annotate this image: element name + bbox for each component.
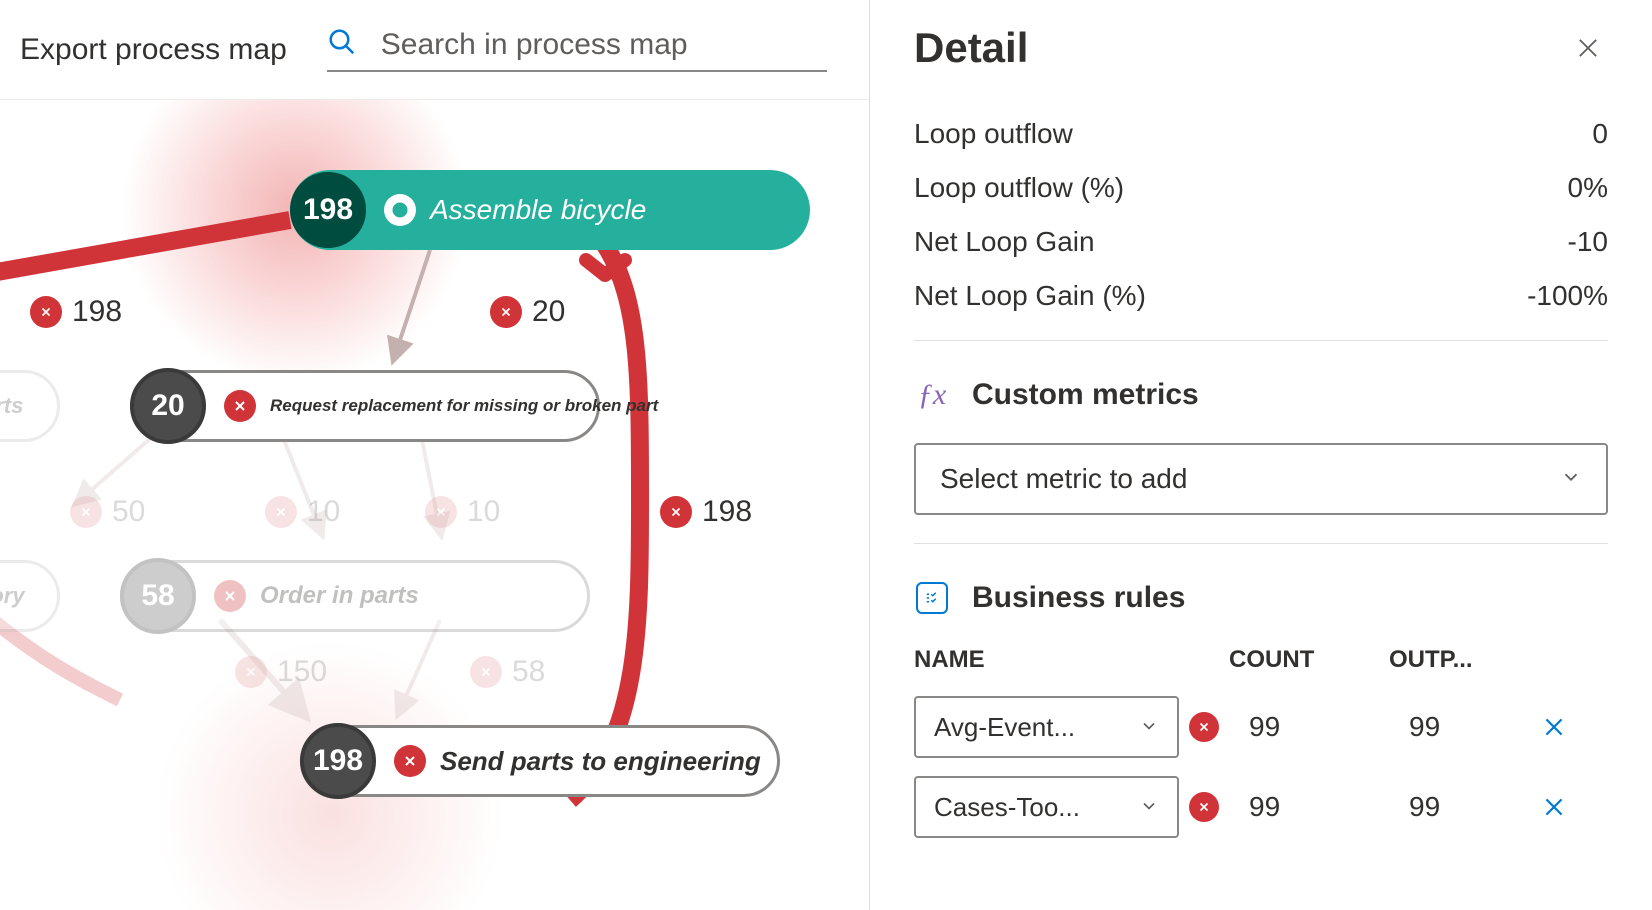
col-output: OUTP...	[1389, 646, 1524, 674]
close-badge-icon	[384, 194, 416, 226]
error-badge-icon	[224, 390, 256, 422]
custom-metric-select[interactable]: Select metric to add	[914, 443, 1608, 515]
metric-row: Net Loop Gain -10	[914, 226, 1608, 258]
edge-count: 198	[702, 495, 752, 529]
search-field[interactable]	[327, 27, 827, 72]
error-badge-icon	[214, 580, 246, 612]
activity-send-parts[interactable]: 198 Send parts to engineering	[300, 725, 780, 797]
edge-count: 150	[277, 655, 327, 689]
activity-label: Order in parts	[260, 582, 419, 610]
activity-request-replacement[interactable]: 20 Request replacement for missing or br…	[130, 370, 600, 442]
error-badge-icon	[490, 296, 522, 328]
edge-label: 58	[470, 655, 545, 689]
edge-label: 10	[425, 495, 500, 529]
activity-label: tory	[0, 583, 25, 609]
detail-panel: Detail Loop outflow 0 Loop outflow (%) 0…	[870, 0, 1652, 910]
export-process-map-link[interactable]: Export process map	[20, 33, 287, 67]
error-badge-icon	[265, 496, 297, 528]
metric-value: -100%	[1527, 280, 1608, 312]
activity-count-badge: 198	[300, 723, 376, 799]
search-icon	[327, 27, 357, 62]
rule-name: Cases-Too...	[934, 792, 1080, 823]
activity-assemble-bicycle[interactable]: 198 Assemble bicycle	[290, 170, 810, 250]
chevron-down-icon	[1560, 463, 1582, 495]
metric-value: -10	[1568, 226, 1608, 258]
rules-icon	[914, 580, 950, 616]
error-badge-icon	[30, 296, 62, 328]
divider	[914, 543, 1608, 544]
metric-row: Loop outflow (%) 0%	[914, 172, 1608, 204]
activity-label: Assemble bicycle	[430, 194, 646, 226]
col-count: COUNT	[1229, 646, 1389, 674]
business-rule-row: Avg-Event... 99 99	[914, 696, 1608, 758]
edge-count: 10	[307, 495, 340, 529]
rule-name-dropdown[interactable]: Avg-Event...	[914, 696, 1179, 758]
remove-rule-button[interactable]	[1524, 794, 1584, 820]
close-panel-button[interactable]	[1568, 28, 1608, 68]
chevron-down-icon	[1139, 712, 1159, 743]
activity-count-badge: 198	[290, 172, 366, 248]
metric-row: Net Loop Gain (%) -100%	[914, 280, 1608, 312]
edge-label: 10	[265, 495, 340, 529]
activity-count-badge: 58	[120, 558, 196, 634]
edge-count: 50	[112, 495, 145, 529]
edge-label: 50	[70, 495, 145, 529]
metric-label: Net Loop Gain	[914, 226, 1095, 258]
chevron-down-icon	[1139, 792, 1159, 823]
activity-label: arts	[0, 393, 23, 419]
error-badge-icon	[470, 656, 502, 688]
error-badge-icon	[425, 496, 457, 528]
section-title: Custom metrics	[972, 378, 1199, 412]
activity-count-badge: 20	[130, 368, 206, 444]
activity-label: Send parts to engineering	[440, 746, 761, 777]
rule-name: Avg-Event...	[934, 712, 1075, 743]
rule-output: 99	[1389, 791, 1524, 823]
edge-count: 20	[532, 295, 565, 329]
edge-label: 198	[660, 495, 752, 529]
fx-icon: ƒx	[914, 377, 950, 413]
process-map-canvas[interactable]: 198 Assemble bicycle 20 Request replacem…	[0, 100, 869, 910]
business-rule-row: Cases-Too... 99 99	[914, 776, 1608, 838]
metric-value: 0%	[1568, 172, 1608, 204]
edge-label: 198	[30, 295, 122, 329]
error-badge-icon	[1189, 712, 1219, 742]
edge-label: 150	[235, 655, 327, 689]
rule-name-dropdown[interactable]: Cases-Too...	[914, 776, 1179, 838]
edge-count: 198	[72, 295, 122, 329]
divider	[914, 340, 1608, 341]
edge-label: 20	[490, 295, 565, 329]
error-badge-icon	[235, 656, 267, 688]
panel-title: Detail	[914, 24, 1028, 72]
error-badge-icon	[70, 496, 102, 528]
metric-label: Net Loop Gain (%)	[914, 280, 1146, 312]
error-badge-icon	[660, 496, 692, 528]
edge-count: 10	[467, 495, 500, 529]
metric-row: Loop outflow 0	[914, 118, 1608, 150]
select-placeholder: Select metric to add	[940, 463, 1187, 495]
metric-value: 0	[1592, 118, 1608, 150]
search-input[interactable]	[381, 28, 827, 62]
col-name: NAME	[914, 646, 1229, 674]
edge-count: 58	[512, 655, 545, 689]
section-title: Business rules	[972, 581, 1185, 615]
metric-label: Loop outflow (%)	[914, 172, 1124, 204]
remove-rule-button[interactable]	[1524, 714, 1584, 740]
error-badge-icon	[1189, 792, 1219, 822]
business-rules-header: NAME COUNT OUTP...	[914, 646, 1608, 674]
activity-order-in-parts[interactable]: 58 Order in parts	[120, 560, 590, 632]
activity-label: Request replacement for missing or broke…	[270, 396, 658, 416]
rule-output: 99	[1389, 711, 1524, 743]
rule-count: 99	[1229, 711, 1389, 743]
rule-count: 99	[1229, 791, 1389, 823]
metric-label: Loop outflow	[914, 118, 1073, 150]
error-badge-icon	[394, 745, 426, 777]
